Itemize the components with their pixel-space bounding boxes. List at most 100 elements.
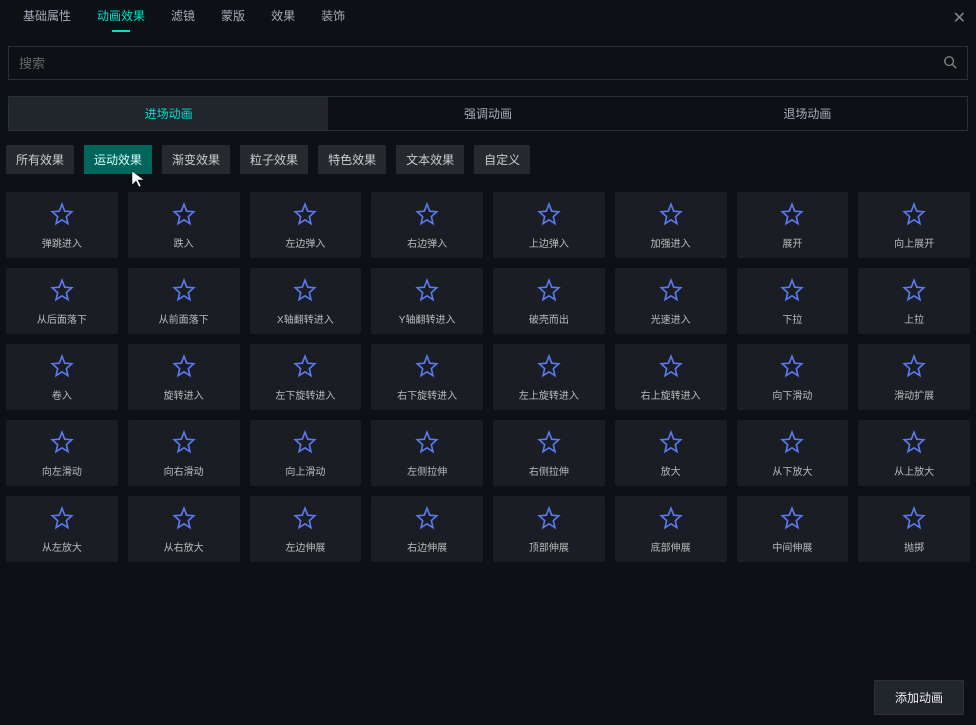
effect-cell-35[interactable]: 右边伸展 — [371, 496, 483, 562]
effect-cell-13[interactable]: 光速进入 — [615, 268, 727, 334]
filter-chip-6[interactable]: 自定义 — [474, 145, 530, 174]
effect-cell-16[interactable]: 卷入 — [6, 344, 118, 410]
effect-cell-36[interactable]: 顶部伸展 — [493, 496, 605, 562]
effect-cell-27[interactable]: 左侧拉伸 — [371, 420, 483, 486]
effect-cell-38[interactable]: 中间伸展 — [737, 496, 849, 562]
filter-chip-1[interactable]: 运动效果 — [84, 145, 152, 174]
filter-chip-4[interactable]: 特色效果 — [318, 145, 386, 174]
effect-cell-21[interactable]: 右上旋转进入 — [615, 344, 727, 410]
effect-cell-30[interactable]: 从下放大 — [737, 420, 849, 486]
star-icon — [778, 429, 806, 457]
effect-cell-2[interactable]: 左边弹入 — [250, 192, 362, 258]
effect-label: 左下旋转进入 — [275, 387, 335, 402]
effect-cell-32[interactable]: 从左放大 — [6, 496, 118, 562]
star-icon — [535, 277, 563, 305]
star-icon — [778, 201, 806, 229]
effect-label: 右侧拉伸 — [529, 463, 569, 478]
effect-cell-9[interactable]: 从前面落下 — [128, 268, 240, 334]
effect-cell-12[interactable]: 破壳而出 — [493, 268, 605, 334]
anim-type-2[interactable]: 退场动画 — [648, 97, 967, 130]
top-tab-3[interactable]: 蒙版 — [208, 1, 258, 30]
star-icon — [170, 505, 198, 533]
effect-label: 跌入 — [174, 235, 194, 250]
star-icon — [900, 429, 928, 457]
effect-label: 底部伸展 — [651, 539, 691, 554]
effect-label: 右边弹入 — [407, 235, 447, 250]
effect-cell-25[interactable]: 向右滑动 — [128, 420, 240, 486]
effect-cell-26[interactable]: 向上滑动 — [250, 420, 362, 486]
effect-cell-5[interactable]: 加强进入 — [615, 192, 727, 258]
star-icon — [170, 201, 198, 229]
top-tab-0[interactable]: 基础属性 — [10, 1, 84, 30]
effect-label: 抛掷 — [904, 539, 924, 554]
effect-cell-20[interactable]: 左上旋转进入 — [493, 344, 605, 410]
effect-cell-29[interactable]: 放大 — [615, 420, 727, 486]
effect-label: 光速进入 — [651, 311, 691, 326]
effect-cell-23[interactable]: 滑动扩展 — [858, 344, 970, 410]
effect-cell-37[interactable]: 底部伸展 — [615, 496, 727, 562]
effect-cell-0[interactable]: 弹跳进入 — [6, 192, 118, 258]
close-icon[interactable]: ✕ — [953, 8, 966, 28]
star-icon — [900, 353, 928, 381]
add-animation-button[interactable]: 添加动画 — [874, 680, 964, 715]
star-icon — [291, 505, 319, 533]
filter-chip-3[interactable]: 粒子效果 — [240, 145, 308, 174]
effect-label: 从下放大 — [772, 463, 812, 478]
effect-cell-28[interactable]: 右侧拉伸 — [493, 420, 605, 486]
effect-label: 加强进入 — [651, 235, 691, 250]
effect-cell-11[interactable]: Y轴翻转进入 — [371, 268, 483, 334]
star-icon — [170, 353, 198, 381]
effect-label: 破壳而出 — [529, 311, 569, 326]
effect-cell-18[interactable]: 左下旋转进入 — [250, 344, 362, 410]
effect-label: 向右滑动 — [164, 463, 204, 478]
search-icon[interactable] — [943, 55, 957, 72]
effect-label: X轴翻转进入 — [277, 311, 334, 326]
effect-cell-7[interactable]: 向上展开 — [858, 192, 970, 258]
star-icon — [657, 353, 685, 381]
effect-cell-8[interactable]: 从后面落下 — [6, 268, 118, 334]
effect-label: 展开 — [782, 235, 802, 250]
effect-cell-17[interactable]: 旋转进入 — [128, 344, 240, 410]
effect-cell-14[interactable]: 下拉 — [737, 268, 849, 334]
effect-label: 左边弹入 — [285, 235, 325, 250]
filter-chip-5[interactable]: 文本效果 — [396, 145, 464, 174]
effect-cell-39[interactable]: 抛掷 — [858, 496, 970, 562]
effect-cell-19[interactable]: 右下旋转进入 — [371, 344, 483, 410]
search-input[interactable] — [19, 56, 943, 71]
effect-cell-31[interactable]: 从上放大 — [858, 420, 970, 486]
star-icon — [291, 429, 319, 457]
effect-label: 向上滑动 — [285, 463, 325, 478]
effect-cell-22[interactable]: 向下滑动 — [737, 344, 849, 410]
effect-cell-4[interactable]: 上边弹入 — [493, 192, 605, 258]
effect-cell-24[interactable]: 向左滑动 — [6, 420, 118, 486]
effect-label: 从上放大 — [894, 463, 934, 478]
effect-cell-6[interactable]: 展开 — [737, 192, 849, 258]
top-tab-5[interactable]: 装饰 — [308, 1, 358, 30]
star-icon — [657, 505, 685, 533]
top-tab-4[interactable]: 效果 — [258, 1, 308, 30]
effect-cell-3[interactable]: 右边弹入 — [371, 192, 483, 258]
star-icon — [413, 353, 441, 381]
filter-chip-2[interactable]: 渐变效果 — [162, 145, 230, 174]
top-tab-2[interactable]: 滤镜 — [158, 1, 208, 30]
effect-cell-1[interactable]: 跌入 — [128, 192, 240, 258]
animation-type-tabs: 进场动画强调动画退场动画 — [8, 96, 968, 131]
anim-type-1[interactable]: 强调动画 — [328, 97, 647, 130]
effect-cell-34[interactable]: 左边伸展 — [250, 496, 362, 562]
top-tab-1[interactable]: 动画效果 — [84, 1, 158, 30]
effect-cell-10[interactable]: X轴翻转进入 — [250, 268, 362, 334]
star-icon — [48, 429, 76, 457]
effect-label: 右边伸展 — [407, 539, 447, 554]
star-icon — [291, 277, 319, 305]
star-icon — [900, 505, 928, 533]
effect-cell-15[interactable]: 上拉 — [858, 268, 970, 334]
effect-label: 顶部伸展 — [529, 539, 569, 554]
effect-cell-33[interactable]: 从右放大 — [128, 496, 240, 562]
effect-label: 从右放大 — [164, 539, 204, 554]
star-icon — [778, 277, 806, 305]
effect-label: 弹跳进入 — [42, 235, 82, 250]
anim-type-0[interactable]: 进场动画 — [9, 97, 328, 130]
filter-chip-0[interactable]: 所有效果 — [6, 145, 74, 174]
star-icon — [170, 277, 198, 305]
star-icon — [413, 201, 441, 229]
